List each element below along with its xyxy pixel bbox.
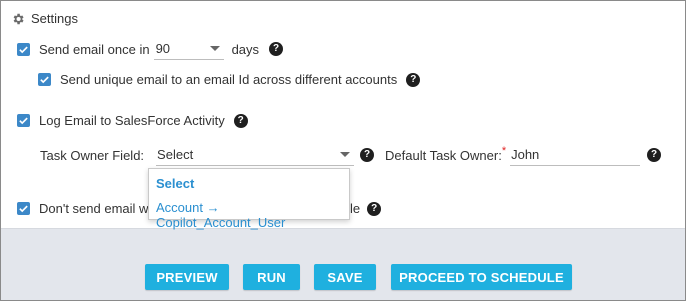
- settings-panel: Settings Send email once in 90 days ? Se…: [0, 0, 686, 301]
- dont-send-email-label-end: le: [350, 201, 361, 216]
- default-task-owner-input[interactable]: John: [510, 144, 641, 166]
- log-email-label: Log Email to SalesForce Activity: [39, 113, 225, 128]
- dont-send-email-label-start: Don't send email wh: [39, 201, 156, 216]
- chevron-down-icon: [340, 152, 351, 157]
- dont-send-email-row: Don't send email wh: [17, 201, 156, 216]
- dropdown-option-account-user[interactable]: Account → Copilot_Account_User: [156, 200, 349, 230]
- gear-icon: [11, 12, 25, 26]
- help-icon[interactable]: ?: [647, 148, 662, 162]
- required-mark: *: [501, 145, 507, 157]
- days-select[interactable]: 90: [153, 38, 224, 60]
- default-task-owner-value: John: [511, 147, 540, 162]
- log-email-checkbox[interactable]: [17, 114, 30, 127]
- send-unique-email-row: Send unique email to an email Id across …: [38, 72, 421, 87]
- help-icon[interactable]: ?: [406, 72, 421, 87]
- send-unique-email-label: Send unique email to an email Id across …: [60, 72, 398, 87]
- default-task-owner-row: Default Task Owner: * John ?: [385, 144, 662, 166]
- send-unique-email-checkbox[interactable]: [38, 73, 51, 86]
- task-owner-row: Task Owner Field: Select ?: [40, 144, 375, 166]
- days-value: 90: [155, 41, 171, 56]
- preview-button[interactable]: PREVIEW: [145, 264, 229, 290]
- settings-header: Settings: [11, 11, 78, 26]
- log-email-row: Log Email to SalesForce Activity ?: [17, 113, 248, 128]
- help-icon[interactable]: ?: [360, 148, 375, 162]
- save-button[interactable]: SAVE: [314, 264, 376, 290]
- task-owner-field-value: Select: [157, 147, 194, 162]
- send-email-once-label: Send email once in: [39, 41, 150, 57]
- help-icon[interactable]: ?: [269, 42, 284, 56]
- task-owner-dropdown-menu: Select Account → Copilot_Account_User: [148, 168, 350, 230]
- task-owner-field-select[interactable]: Select: [156, 144, 355, 166]
- help-icon[interactable]: ?: [233, 113, 248, 128]
- help-icon[interactable]: ?: [367, 201, 382, 216]
- send-email-once-row: Send email once in 90 days ?: [17, 38, 284, 60]
- default-task-owner-label: Default Task Owner:: [385, 147, 502, 163]
- dont-send-email-checkbox[interactable]: [17, 202, 30, 215]
- dont-send-email-row-end: le ?: [350, 201, 382, 216]
- days-label: days: [231, 41, 260, 57]
- proceed-to-schedule-button[interactable]: PROCEED TO SCHEDULE: [391, 264, 572, 290]
- settings-title: Settings: [31, 11, 78, 26]
- dropdown-option-select[interactable]: Select: [156, 176, 194, 191]
- send-email-once-checkbox[interactable]: [17, 42, 30, 56]
- run-button[interactable]: RUN: [243, 264, 300, 290]
- task-owner-field-label: Task Owner Field:: [40, 147, 145, 163]
- chevron-down-icon: [209, 46, 220, 51]
